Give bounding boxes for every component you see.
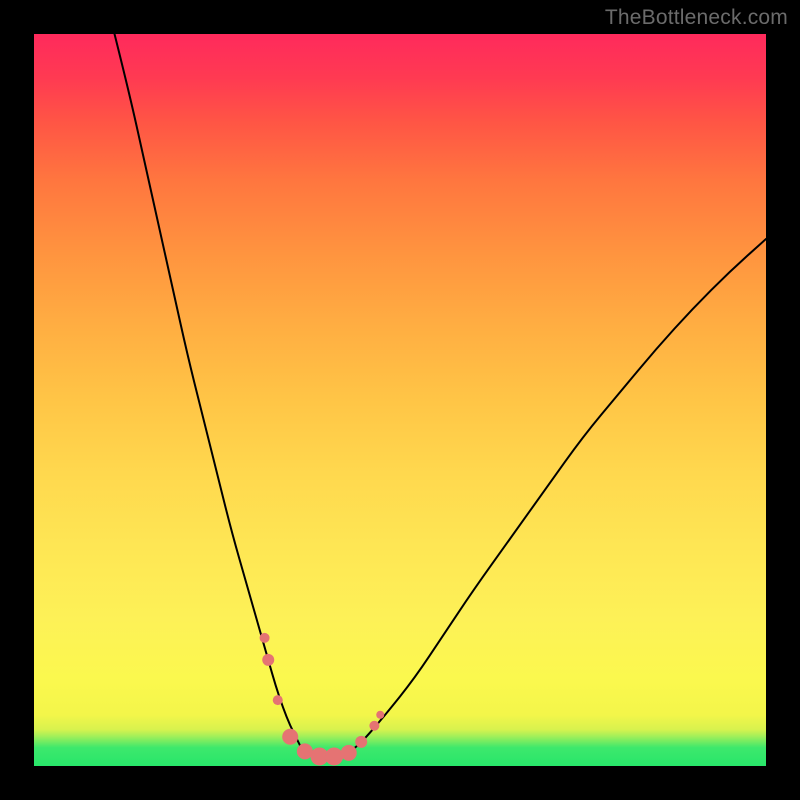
bottleneck-curve (34, 34, 766, 766)
valley-marker (376, 711, 384, 719)
valley-marker (273, 695, 283, 705)
valley-marker (297, 743, 313, 759)
valley-marker (369, 721, 379, 731)
valley-markers (260, 633, 385, 766)
valley-marker (282, 729, 298, 745)
valley-marker (325, 747, 343, 765)
chart-frame: TheBottleneck.com (0, 0, 800, 800)
valley-marker (260, 633, 270, 643)
valley-marker (341, 745, 357, 761)
watermark-text: TheBottleneck.com (605, 6, 788, 30)
curve-path (115, 34, 766, 756)
valley-marker (262, 654, 274, 666)
plot-area (34, 34, 766, 766)
valley-marker (355, 736, 367, 748)
